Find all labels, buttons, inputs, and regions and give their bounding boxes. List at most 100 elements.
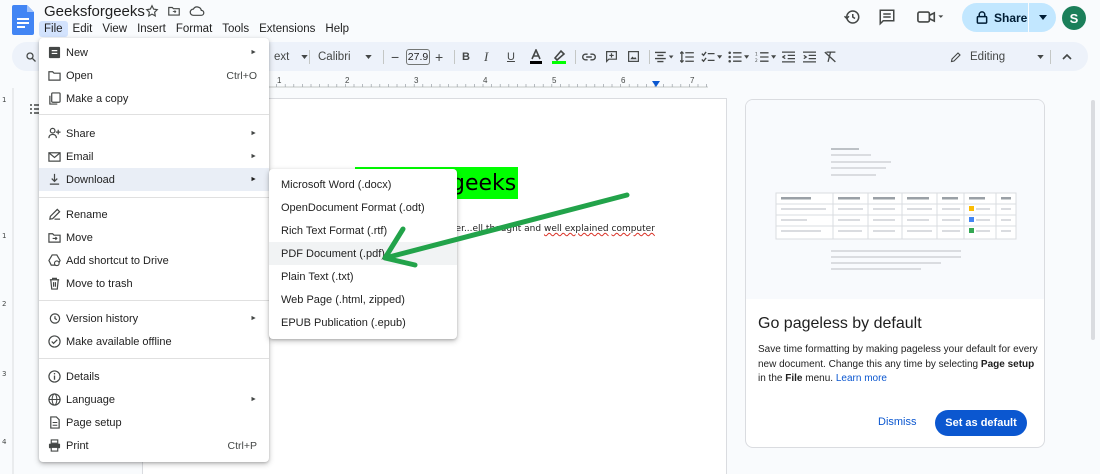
menu-item-label: Move to trash <box>66 277 133 290</box>
title-icons <box>145 4 205 18</box>
offline-icon <box>48 335 61 348</box>
line-spacing-icon[interactable] <box>680 42 694 71</box>
increase-indent-icon[interactable] <box>803 42 816 71</box>
menu-item-print[interactable]: Print Ctrl+P <box>39 434 269 457</box>
svg-text:1: 1 <box>755 51 758 56</box>
menu-item-label: Add shortcut to Drive <box>66 254 169 267</box>
share-main[interactable]: Share <box>962 3 1028 32</box>
right-indent-marker[interactable] <box>652 81 660 87</box>
scrollbar[interactable] <box>1090 100 1096 470</box>
italic-icon[interactable]: I <box>484 42 488 71</box>
panel-description: Save time formatting by making pageless … <box>758 343 1038 387</box>
menu-item-rename[interactable]: Rename <box>39 203 269 226</box>
learn-more-link[interactable]: Learn more <box>836 373 887 384</box>
clear-formatting-icon[interactable] <box>824 42 837 71</box>
decrease-font-size-icon[interactable]: − <box>391 42 399 71</box>
comments-icon[interactable] <box>878 8 896 26</box>
toolbar-divider <box>309 50 310 64</box>
share-dropdown[interactable] <box>1029 15 1056 20</box>
menu-item-add-shortcut[interactable]: Add shortcut to Drive <box>39 249 269 272</box>
menu-item-label: Email <box>66 150 94 163</box>
menu-item-label: Page setup <box>66 416 122 429</box>
dismiss-button[interactable]: Dismiss <box>878 416 917 428</box>
font-dropdown[interactable]: Calibri <box>318 42 372 71</box>
collapse-menus-icon[interactable] <box>1062 42 1072 71</box>
menu-item-label: Open <box>66 69 93 82</box>
avatar[interactable]: S <box>1062 6 1086 30</box>
mail-icon <box>48 150 61 163</box>
submenu-arrow-icon: ► <box>250 153 257 160</box>
horizontal-ruler[interactable]: 1 2 3 4 5 6 7 <box>268 76 708 88</box>
link-icon[interactable] <box>582 42 596 71</box>
insert-image-icon[interactable] <box>627 42 640 71</box>
toolbar-divider <box>649 50 650 64</box>
bulleted-list-icon[interactable] <box>728 42 750 71</box>
cloud-status-icon[interactable] <box>189 4 205 18</box>
add-comment-icon[interactable] <box>605 42 618 71</box>
underline-icon[interactable]: U <box>507 42 515 71</box>
menu-item-language[interactable]: Language ► <box>39 388 269 411</box>
menu-extensions[interactable]: Extensions <box>254 21 320 37</box>
menu-item-label: Share <box>66 127 96 140</box>
menu-item-page-setup[interactable]: Page setup <box>39 411 269 434</box>
menu-help[interactable]: Help <box>320 21 354 37</box>
ruler-number: 5 <box>552 76 557 85</box>
menu-item-email[interactable]: Email ► <box>39 145 269 168</box>
menu-item-label: Language <box>66 393 115 406</box>
menu-item-open[interactable]: Open Ctrl+O <box>39 64 269 87</box>
font-size-input[interactable]: 27.9 <box>406 49 430 65</box>
decrease-indent-icon[interactable] <box>782 42 795 71</box>
menu-item-label: Print <box>66 439 89 452</box>
star-icon[interactable] <box>145 4 159 18</box>
editing-label: Editing <box>970 50 1006 63</box>
menu-item-details[interactable]: Details <box>39 365 269 388</box>
person-add-icon <box>48 127 61 140</box>
pageless-illustration <box>746 100 1044 299</box>
meet-icon[interactable] <box>916 8 946 26</box>
menu-item-label: Version history <box>66 312 139 325</box>
docs-logo-icon[interactable] <box>12 5 34 35</box>
menu-item-share[interactable]: Share ► <box>39 122 269 145</box>
menu-edit[interactable]: Edit <box>68 21 98 37</box>
checklist-icon[interactable] <box>701 42 723 71</box>
menu-item-download[interactable]: Download ► <box>39 168 269 191</box>
vertical-ruler[interactable]: 1 1 2 3 4 <box>0 88 14 474</box>
align-icon[interactable] <box>655 42 675 71</box>
menu-tools[interactable]: Tools <box>217 21 254 37</box>
increase-font-size-icon[interactable]: + <box>435 42 443 71</box>
menu-insert[interactable]: Insert <box>132 21 171 37</box>
history-icon[interactable] <box>843 8 861 26</box>
pageless-promo-panel: Go pageless by default Save time formatt… <box>745 99 1045 448</box>
menu-item-make-a-copy[interactable]: Make a copy <box>39 87 269 110</box>
menu-item-label: New <box>66 46 89 59</box>
menu-format[interactable]: Format <box>171 21 217 37</box>
ruler-number: 3 <box>414 76 419 85</box>
text-color-icon[interactable] <box>529 42 543 71</box>
svg-text:2: 2 <box>2 300 6 308</box>
set-as-default-button[interactable]: Set as default <box>935 410 1027 436</box>
menu-item-new[interactable]: New ► <box>39 41 269 64</box>
ruler-number: 2 <box>345 76 350 85</box>
menu-item-version-history[interactable]: Version history ► <box>39 307 269 330</box>
caret-down-icon <box>1038 15 1047 20</box>
download-html[interactable]: Web Page (.html, zipped) <box>269 288 457 311</box>
menu-file[interactable]: File <box>39 21 68 37</box>
document-title[interactable]: Geeksforgeeks <box>44 3 145 20</box>
bold-icon[interactable]: B <box>462 42 470 71</box>
submenu-arrow-icon: ► <box>250 130 257 137</box>
numbered-list-icon[interactable]: 12 <box>755 42 777 71</box>
menu-item-move[interactable]: Move <box>39 226 269 249</box>
ruler-number: 6 <box>621 76 626 85</box>
submenu-arrow-icon: ► <box>250 396 257 403</box>
search-menus-icon[interactable] <box>25 42 37 71</box>
highlight-color-icon[interactable] <box>551 42 567 71</box>
style-dropdown[interactable]: ext <box>274 42 309 71</box>
menu-item-offline[interactable]: Make available offline <box>39 330 269 353</box>
share-button[interactable]: Share <box>962 3 1056 32</box>
move-folder-icon[interactable] <box>167 4 181 18</box>
caret-down-icon <box>301 54 309 59</box>
menu-item-move-to-trash[interactable]: Move to trash <box>39 272 269 295</box>
editing-mode-dropdown[interactable]: Editing <box>950 42 1044 71</box>
menu-view[interactable]: View <box>97 21 132 37</box>
download-epub[interactable]: EPUB Publication (.epub) <box>269 311 457 334</box>
